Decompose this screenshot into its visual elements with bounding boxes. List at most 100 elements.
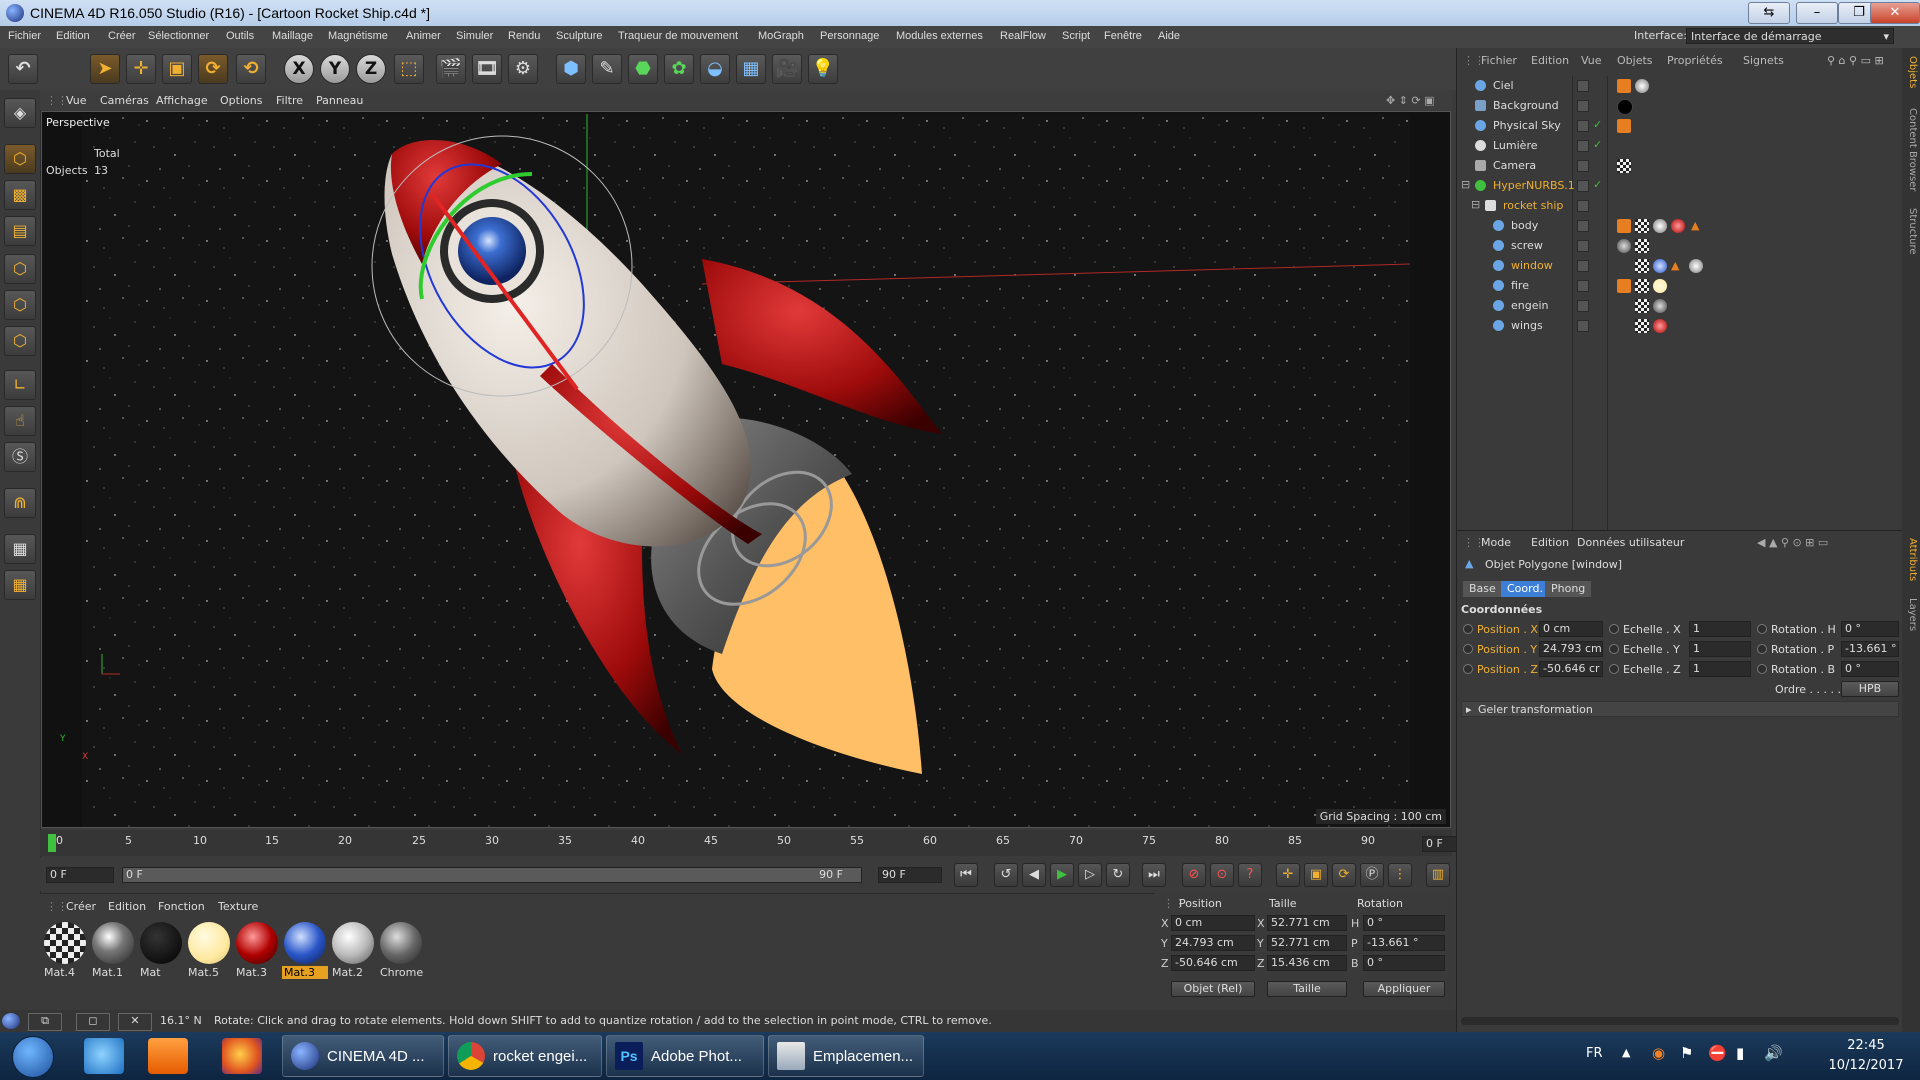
- tray-warning-icon[interactable]: ⛔: [1708, 1044, 1727, 1062]
- next-key-icon[interactable]: ↻: [1106, 863, 1130, 887]
- undo-icon[interactable]: ↶: [8, 54, 38, 84]
- language-indicator[interactable]: FR: [1586, 1046, 1603, 1061]
- dock-tab-content-browser[interactable]: Content Browser: [1904, 108, 1918, 191]
- collapse-icon[interactable]: ⊟: [1461, 178, 1470, 191]
- object-row-ciel[interactable]: Ciel: [1457, 76, 1897, 96]
- minimize-button[interactable]: –: [1796, 2, 1838, 24]
- material-tag-icon[interactable]: [1617, 239, 1631, 253]
- viewport-menu-cameras[interactable]: Caméras: [100, 94, 149, 107]
- menu-animer[interactable]: Animer: [406, 30, 441, 42]
- windows-start-icon[interactable]: [12, 1036, 54, 1078]
- floor-environment-icon[interactable]: ▦: [736, 54, 766, 84]
- attr-position-x-field[interactable]: 0 cm: [1539, 621, 1603, 637]
- task-cinema4d[interactable]: CINEMA 4D ...: [282, 1035, 444, 1077]
- viewport-menu-options[interactable]: Options: [220, 94, 262, 107]
- display-tag-icon[interactable]: [1617, 279, 1631, 293]
- mat-menu-fonction[interactable]: Fonction: [158, 900, 205, 913]
- edges-mode-icon[interactable]: ⬡: [4, 290, 36, 320]
- size-x-field[interactable]: 52.771 cm: [1267, 915, 1347, 931]
- position-z-field[interactable]: -50.646 cm: [1171, 955, 1255, 971]
- animate-toggle[interactable]: [1609, 664, 1619, 674]
- object-row-screw[interactable]: screw: [1457, 236, 1897, 256]
- dock-tab-structure[interactable]: Structure: [1904, 208, 1918, 255]
- clock-time[interactable]: 22:45: [1836, 1038, 1896, 1053]
- object-row-fire[interactable]: fire: [1457, 276, 1897, 296]
- attr-scale-x-field[interactable]: 1: [1689, 621, 1751, 637]
- om-search-home-icons[interactable]: ⚲ ⌂ ⚲ ▭ ⊞: [1827, 54, 1884, 67]
- om-menu-fichier[interactable]: Fichier: [1481, 54, 1517, 67]
- attr-menu-edition[interactable]: Edition: [1531, 536, 1569, 549]
- timeline-ruler[interactable]: 0 5 10 15 20 25 30 35 40 45 50 55 60 65 …: [40, 830, 1486, 856]
- material-tag-icon[interactable]: [1653, 219, 1667, 233]
- goto-start-icon[interactable]: ⏮: [954, 863, 978, 887]
- menu-outils[interactable]: Outils: [226, 30, 254, 42]
- firefox-icon[interactable]: [222, 1038, 262, 1074]
- material-swatch-selected[interactable]: Mat.3: [282, 920, 328, 979]
- menu-creer[interactable]: Créer: [108, 30, 136, 42]
- attr-scale-z-field[interactable]: 1: [1689, 661, 1751, 677]
- enabled-check-icon[interactable]: ✓: [1593, 138, 1602, 151]
- viewport-menu-filtre[interactable]: Filtre: [276, 94, 303, 107]
- restore-extra-button[interactable]: ⇆: [1748, 2, 1790, 24]
- attr-rotation-b-field[interactable]: 0 °: [1841, 661, 1899, 677]
- protection-tag-icon[interactable]: [1617, 159, 1631, 173]
- material-swatch[interactable]: Mat.5: [186, 920, 232, 979]
- attr-position-z-field[interactable]: -50.646 cr: [1539, 661, 1603, 677]
- prev-key-icon[interactable]: ↺: [994, 863, 1018, 887]
- om-menu-proprietes[interactable]: Propriétés: [1667, 54, 1723, 67]
- menu-traqueur[interactable]: Traqueur de mouvement: [618, 30, 738, 42]
- x-axis-lock-button[interactable]: X: [284, 54, 314, 84]
- phong-tag-icon[interactable]: [1635, 299, 1649, 313]
- visibility-toggle[interactable]: [1577, 120, 1589, 132]
- visibility-toggle[interactable]: [1577, 300, 1589, 312]
- snap-icon[interactable]: Ⓢ: [4, 442, 36, 472]
- camera-icon[interactable]: 🎥: [772, 54, 802, 84]
- key-rotation-icon[interactable]: ⟳: [1332, 863, 1356, 887]
- coordinate-system-icon[interactable]: ⬚: [394, 54, 424, 84]
- animate-toggle[interactable]: [1757, 664, 1767, 674]
- animate-toggle[interactable]: [1757, 644, 1767, 654]
- light-icon[interactable]: 💡: [808, 54, 838, 84]
- points-mode-icon[interactable]: ⬡: [4, 254, 36, 284]
- dock-tab-attributs[interactable]: Attributs: [1904, 538, 1918, 581]
- task-chrome[interactable]: rocket engei...: [448, 1035, 602, 1077]
- rotation-b-field[interactable]: 0 °: [1363, 955, 1445, 971]
- tray-app-icon[interactable]: ◉: [1652, 1044, 1665, 1062]
- attr-rotation-p-field[interactable]: -13.661 °: [1841, 641, 1899, 657]
- 3d-viewport[interactable]: Perspective Total Objects 13 Y X Grid Sp…: [41, 111, 1451, 828]
- om-menu-objets[interactable]: Objets: [1617, 54, 1653, 67]
- task-explorer[interactable]: Emplacemen...: [768, 1035, 924, 1077]
- close-icon[interactable]: ✕: [118, 1013, 152, 1031]
- visibility-toggle[interactable]: [1577, 80, 1589, 92]
- menu-edition[interactable]: Edition: [56, 30, 90, 42]
- display-tag-icon[interactable]: [1617, 79, 1631, 93]
- material-swatch[interactable]: Mat.3: [234, 920, 280, 979]
- dock-tab-layers[interactable]: Layers: [1904, 598, 1918, 631]
- attr-menu-mode[interactable]: Mode: [1481, 536, 1511, 549]
- animate-toggle[interactable]: [1463, 644, 1473, 654]
- material-tag-icon[interactable]: [1653, 279, 1667, 293]
- mat-menu-creer[interactable]: Créer: [66, 900, 96, 913]
- deformer-icon[interactable]: ◒: [700, 54, 730, 84]
- object-row-physical-sky[interactable]: Physical Sky ✓: [1457, 116, 1897, 136]
- mograph-cloner-icon[interactable]: ✿: [664, 54, 694, 84]
- volume-icon[interactable]: 🔊: [1764, 1044, 1783, 1062]
- move-icon[interactable]: ✛: [126, 54, 156, 84]
- texture-mode-icon[interactable]: ▩: [4, 180, 36, 210]
- object-row-lumiere[interactable]: Lumière ✓: [1457, 136, 1897, 156]
- material-tag-icon[interactable]: [1653, 259, 1667, 273]
- viewport-menu-affichage[interactable]: Affichage: [156, 94, 208, 107]
- menu-realflow[interactable]: RealFlow: [1000, 30, 1046, 42]
- material-tag-icon[interactable]: [1635, 79, 1649, 93]
- tweak-mode-icon[interactable]: ☝: [4, 406, 36, 436]
- object-row-rocket-ship[interactable]: ⊟ rocket ship: [1457, 196, 1897, 216]
- visibility-toggle[interactable]: [1577, 200, 1589, 212]
- layout-icon[interactable]: ⧉: [28, 1013, 62, 1031]
- workplane-mode-icon[interactable]: ▤: [4, 216, 36, 246]
- restore-icon[interactable]: ◻: [76, 1013, 110, 1031]
- horizontal-scrollbar[interactable]: [1461, 1017, 1899, 1025]
- om-menu-vue[interactable]: Vue: [1581, 54, 1602, 67]
- attr-scale-y-field[interactable]: 1: [1689, 641, 1751, 657]
- attr-menu-donnees-utilisateur[interactable]: Données utilisateur: [1577, 536, 1684, 549]
- timeline-window-icon[interactable]: ▥: [1426, 863, 1450, 887]
